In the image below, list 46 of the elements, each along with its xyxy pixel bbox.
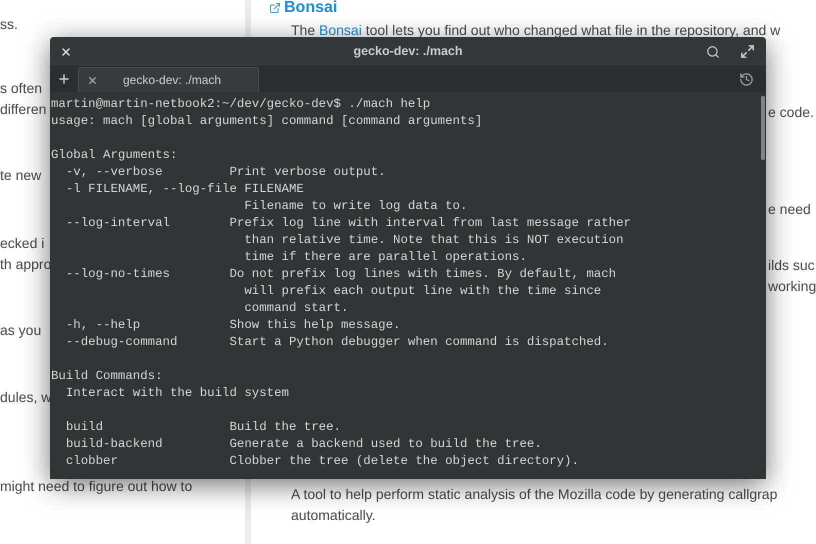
terminal-line: build Build the tree.: [64, 419, 341, 436]
paragraph-text: might need to figure out how to: [0, 477, 192, 496]
paragraph-text: te new: [0, 166, 42, 185]
external-link-icon: [269, 2, 281, 14]
close-icon: [60, 46, 72, 58]
bonsai-link[interactable]: Bonsai: [319, 22, 362, 38]
paragraph-text: ecked i: [0, 234, 44, 253]
paragraph-text: e code.: [768, 103, 815, 122]
paragraph-text: automatically.: [291, 506, 377, 525]
terminal-line: build-backend Generate a backend used to build the tree.: [64, 436, 542, 453]
terminal-line: Filename to write log data to.: [243, 198, 468, 215]
terminal-line: usage: mach [global arguments] command [command arguments]: [51, 113, 482, 130]
terminal-line: will prefix each output line with the time since: [243, 283, 602, 300]
paragraph-text: The Bonsai tool lets you find out who changed what file in the repository, and w: [290, 21, 782, 40]
terminal-line: than relative time. Note that this is NOT execution: [243, 232, 624, 249]
search-icon[interactable]: [706, 44, 720, 58]
paragraph-text: working: [768, 277, 816, 296]
terminal-line: command start.: [243, 300, 348, 317]
terminal-line: -l FILENAME, --log-file FILENAME: [64, 181, 304, 198]
paragraph-text: ss.: [0, 15, 18, 34]
section-heading-link[interactable]: Bonsai: [284, 0, 338, 18]
terminal-line: Build Commands:: [51, 368, 163, 385]
paragraph-text: e need: [768, 200, 812, 219]
paragraph-text: ilds suc: [768, 256, 816, 275]
paragraph-text: differen: [0, 100, 46, 119]
maximize-icon[interactable]: [740, 44, 755, 59]
terminal-line: --debug-command Start a Python debugger when command is dispatched.: [64, 334, 609, 351]
terminal-line: --log-no-times Do not prefix log lines with times. By default, mach: [64, 266, 616, 283]
terminal-line: time if there are parallel operations.: [243, 249, 527, 266]
terminal-line: Interact with the build system: [64, 385, 289, 402]
terminal-line: Global Arguments:: [51, 147, 178, 164]
paragraph-text: s often: [0, 79, 42, 98]
history-icon[interactable]: [739, 72, 754, 87]
window-title: gecko-dev: ./mach: [353, 43, 463, 60]
close-tab-icon[interactable]: [87, 74, 98, 86]
paragraph-text: as you: [0, 321, 42, 340]
scrollbar[interactable]: [761, 96, 765, 160]
terminal-line: -v, --verbose Print verbose output.: [64, 164, 386, 181]
terminal-line: --log-interval Prefix log line with interval from last message rather: [64, 215, 631, 232]
terminal-line: -h, --help Show this help message.: [64, 317, 400, 334]
paragraph-text: A tool to help perform static analysis of the Mozilla code by generating callgrap: [291, 485, 778, 504]
terminal-line: clobber Clobber the tree (delete the object directory).: [64, 453, 579, 470]
terminal-line: martin@martin-netbook2:~/dev/gecko-dev$ ./mach help: [51, 96, 430, 113]
terminal-tab[interactable]: gecko-dev: ./mach: [78, 67, 259, 92]
paragraph-text: th appro: [0, 255, 52, 274]
plus-icon: [57, 72, 71, 86]
